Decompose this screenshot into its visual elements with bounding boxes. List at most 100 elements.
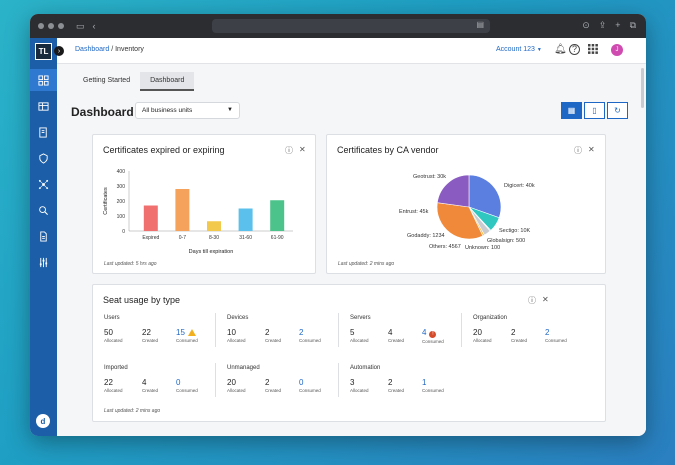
sidebar-item-discovery[interactable] bbox=[30, 199, 57, 221]
pie-label-geotrust: Geotrust: 30k bbox=[413, 174, 446, 180]
divider bbox=[338, 313, 339, 347]
grid-view-button[interactable]: ▦ bbox=[561, 102, 582, 119]
help-icon[interactable]: ? bbox=[569, 44, 580, 55]
bell-icon[interactable]: 🔔︎ bbox=[554, 44, 567, 55]
collapse-sidebar-icon[interactable]: › bbox=[54, 46, 64, 56]
seat-sublabel: Created bbox=[388, 388, 405, 393]
caret-down-icon: ▼ bbox=[227, 107, 233, 113]
window-maximize-dot[interactable] bbox=[58, 23, 64, 29]
x-tick-label: Expired bbox=[142, 235, 159, 241]
seat-metric-allocated: 3 Allocated bbox=[350, 378, 369, 393]
seat-sublabel: Consumed bbox=[176, 388, 198, 393]
breadcrumb-separator: / bbox=[111, 46, 114, 53]
top-bar: Dashboard / Inventory Account 123 ▼ 🔔︎ ?… bbox=[57, 38, 646, 64]
seat-usage-card: Seat usage by type ⓘ ✕ Users 50 Allocated 2… bbox=[92, 284, 606, 422]
seat-value: 2 bbox=[265, 378, 270, 387]
user-avatar[interactable]: J bbox=[611, 44, 623, 56]
seat-value: 5 bbox=[350, 328, 355, 337]
warning-icon bbox=[187, 329, 196, 336]
seat-sublabel: Allocated bbox=[350, 388, 369, 393]
seat-metric-consumed[interactable]: 4! Consumed bbox=[422, 328, 444, 344]
sidebar-item-settings[interactable] bbox=[30, 251, 57, 273]
seat-sublabel: Created bbox=[511, 338, 528, 343]
report-icon bbox=[39, 126, 47, 138]
bar[interactable] bbox=[207, 221, 221, 231]
table-icon bbox=[38, 101, 49, 111]
seat-value: 0 bbox=[299, 378, 304, 387]
x-axis-label: Days till expiration bbox=[189, 249, 234, 255]
divider bbox=[215, 313, 216, 347]
sidebar-item-dashboard[interactable] bbox=[30, 69, 57, 91]
seat-group-label: Automation bbox=[350, 365, 381, 371]
search-refresh-icon bbox=[39, 205, 49, 215]
tabs-overview-icon[interactable]: ⧉ bbox=[630, 20, 636, 31]
seat-group-label: Users bbox=[104, 315, 120, 321]
seat-metric-consumed[interactable]: 0 Consumed bbox=[299, 378, 321, 393]
pie-label-unknown: Unknown: 100 bbox=[465, 245, 500, 251]
window-close-dot[interactable] bbox=[38, 23, 44, 29]
breadcrumb-dashboard-link[interactable]: Dashboard bbox=[75, 46, 109, 53]
error-icon: ! bbox=[429, 331, 437, 338]
seat-sublabel: Allocated bbox=[473, 338, 492, 343]
y-tick-label: 300 bbox=[117, 184, 126, 190]
seat-metric-allocated: 5 Allocated bbox=[350, 328, 369, 343]
sidebar-user-avatar[interactable]: d bbox=[36, 414, 50, 428]
seat-metric-consumed[interactable]: 2 Consumed bbox=[545, 328, 567, 343]
sidebar-item-network[interactable] bbox=[30, 173, 57, 195]
seat-metric-consumed[interactable]: 15 Consumed bbox=[176, 328, 198, 343]
seat-sublabel: Consumed bbox=[299, 388, 321, 393]
seat-value: 4 bbox=[388, 328, 393, 337]
reader-icon[interactable]: ▤ bbox=[476, 20, 484, 29]
seat-value: 20 bbox=[227, 378, 236, 387]
browser-chrome: ▭ ‹ ▤ ⊙ ⇪ + ⧉ bbox=[30, 14, 646, 38]
sidebar-toggle-icon[interactable]: ▭ bbox=[76, 21, 85, 32]
export-button[interactable]: ▯ bbox=[584, 102, 605, 119]
bar[interactable] bbox=[238, 208, 253, 232]
scrollbar[interactable] bbox=[641, 68, 644, 108]
tab-getting-started[interactable]: Getting Started bbox=[73, 72, 140, 91]
share-icon[interactable]: ⇪ bbox=[599, 20, 607, 31]
bar[interactable] bbox=[175, 189, 190, 231]
sidebar-item-documents[interactable] bbox=[30, 225, 57, 247]
x-tick-label: 8-30 bbox=[209, 235, 219, 241]
y-tick-label: 400 bbox=[117, 169, 126, 175]
close-icon[interactable]: ✕ bbox=[542, 295, 549, 304]
page-title: Dashboard bbox=[71, 105, 134, 119]
sidebar-item-inventory[interactable] bbox=[30, 95, 57, 117]
seat-value: 15 bbox=[176, 328, 198, 337]
refresh-button[interactable]: ↻ bbox=[607, 102, 628, 119]
seat-metric-consumed[interactable]: 1 Consumed bbox=[422, 378, 444, 393]
download-icon[interactable]: ⊙ bbox=[582, 20, 590, 31]
seat-sublabel: Allocated bbox=[104, 338, 123, 343]
sidebar-item-reports[interactable] bbox=[30, 121, 57, 143]
help-circle-icon[interactable]: ⓘ bbox=[528, 295, 536, 306]
grid-icon: ▦ bbox=[567, 106, 576, 115]
apps-grid-icon[interactable] bbox=[588, 44, 598, 57]
seat-metric-consumed[interactable]: 2 Consumed bbox=[299, 328, 321, 343]
window-minimize-dot[interactable] bbox=[48, 23, 54, 29]
shield-icon bbox=[39, 152, 48, 164]
seat-metric-created: 22 Created bbox=[142, 328, 158, 343]
last-updated: Last updated: 2 mins ago bbox=[104, 408, 161, 414]
sidebar-item-security[interactable] bbox=[30, 147, 57, 169]
browser-window: ▭ ‹ ▤ ⊙ ⇪ + ⧉ TL › d Dashboard / Invento… bbox=[30, 14, 646, 436]
tab-dashboard[interactable]: Dashboard bbox=[140, 72, 195, 91]
account-selector[interactable]: Account 123 ▼ bbox=[496, 46, 542, 53]
seat-value: 10 bbox=[227, 328, 236, 337]
business-unit-select[interactable]: All business units ▼ bbox=[135, 102, 240, 119]
app-logo[interactable]: TL bbox=[35, 43, 52, 60]
seat-metric-created: 2 Created bbox=[511, 328, 527, 343]
back-icon[interactable]: ‹ bbox=[93, 21, 96, 31]
refresh-icon: ↻ bbox=[614, 106, 621, 115]
address-bar[interactable]: ▤ bbox=[212, 19, 490, 33]
view-toggle-group: ▦ ▯ ↻ bbox=[561, 102, 628, 119]
seat-metric-consumed[interactable]: 0 Consumed bbox=[176, 378, 198, 393]
seat-value: 2 bbox=[299, 328, 304, 337]
main-content: Dashboard / Inventory Account 123 ▼ 🔔︎ ?… bbox=[57, 38, 646, 436]
seat-value: 2 bbox=[545, 328, 550, 337]
pie-chart: Geotrust: 30k Digicert: 40k Entrust: 45k Se… bbox=[399, 174, 535, 251]
bar[interactable] bbox=[143, 205, 158, 232]
seat-value: 4 bbox=[142, 378, 147, 387]
new-tab-icon[interactable]: + bbox=[615, 20, 620, 31]
bar[interactable] bbox=[270, 200, 285, 231]
